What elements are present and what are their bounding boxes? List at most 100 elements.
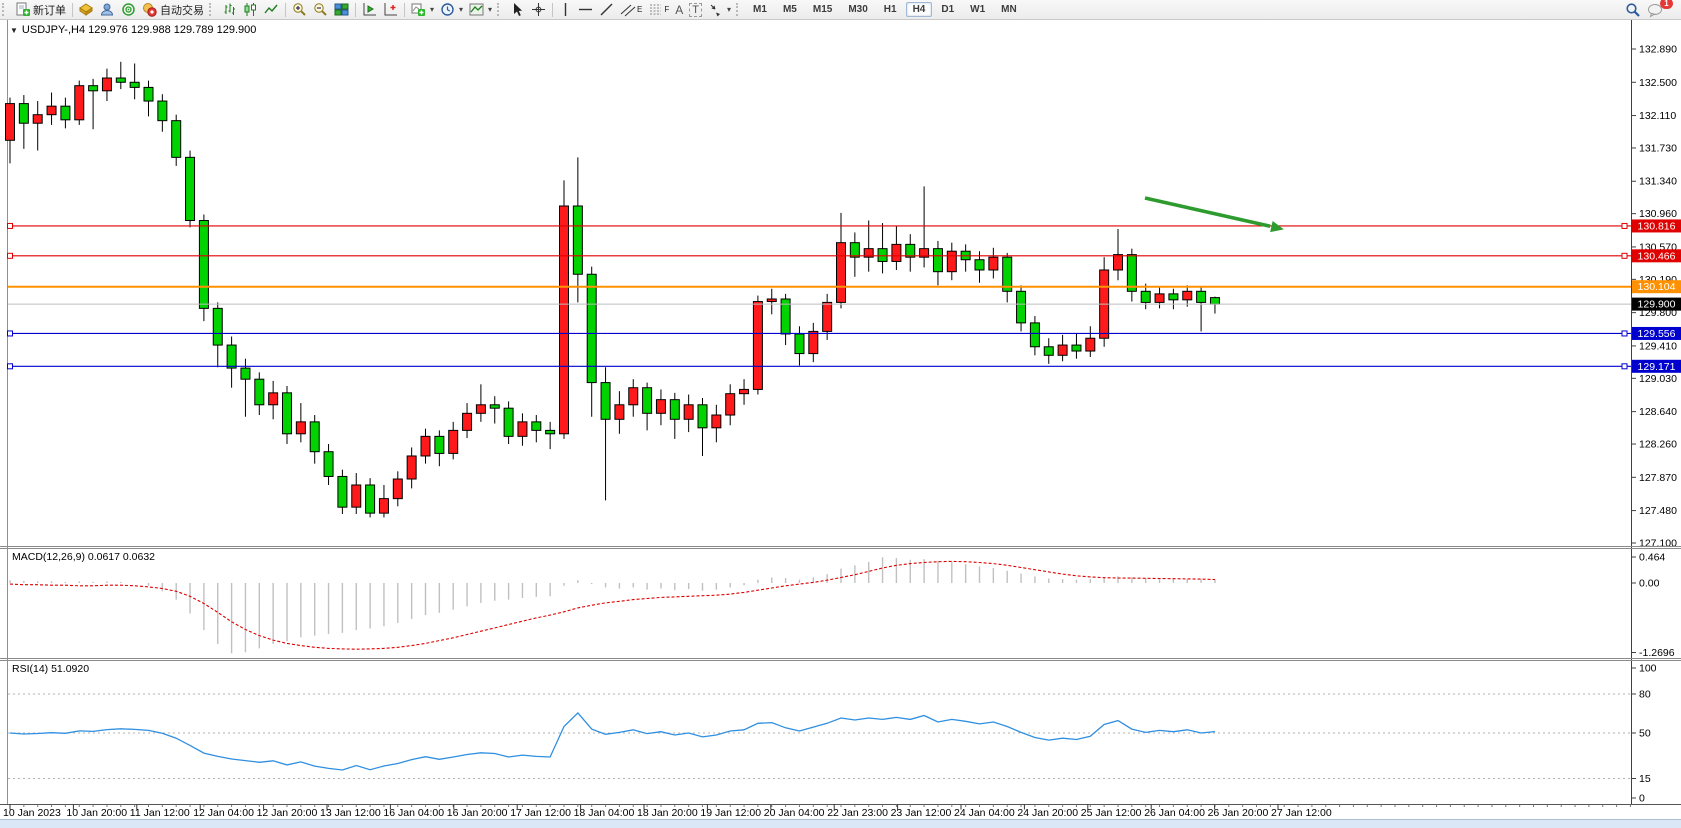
indicator-window-button[interactable] bbox=[359, 1, 380, 18]
equidistant-channel-tool[interactable]: E bbox=[617, 1, 645, 18]
candle bbox=[656, 400, 665, 414]
svg-text:130.104: 130.104 bbox=[1638, 281, 1676, 293]
svg-text:16 Jan 04:00: 16 Jan 04:00 bbox=[383, 807, 444, 819]
trendline-tool[interactable] bbox=[596, 1, 617, 18]
profile-button[interactable] bbox=[97, 1, 118, 18]
timeframe-D1[interactable]: D1 bbox=[934, 2, 961, 17]
cursor-icon bbox=[510, 2, 525, 17]
svg-text:26 Jan 20:00: 26 Jan 20:00 bbox=[1208, 807, 1269, 819]
candle bbox=[213, 308, 222, 345]
svg-text:22 Jan 23:00: 22 Jan 23:00 bbox=[827, 807, 888, 819]
text-tool-icon: A bbox=[675, 3, 683, 17]
candle bbox=[490, 405, 499, 408]
candle bbox=[573, 206, 582, 274]
svg-text:129.900: 129.900 bbox=[1638, 299, 1676, 311]
timeframe-M5[interactable]: M5 bbox=[776, 2, 804, 17]
vertical-line-tool[interactable] bbox=[556, 1, 575, 18]
notifications-button[interactable]: 1 bbox=[1644, 1, 1667, 18]
svg-text:132.500: 132.500 bbox=[1639, 77, 1677, 89]
zoom-in-icon bbox=[292, 2, 307, 17]
candle bbox=[338, 476, 347, 507]
fibonacci-tool[interactable]: F bbox=[645, 1, 672, 18]
candle bbox=[283, 393, 292, 434]
tile-windows-icon bbox=[334, 2, 349, 17]
text-tool[interactable]: A bbox=[672, 1, 686, 18]
templates-caret-icon[interactable]: ▾ bbox=[488, 5, 492, 14]
candle bbox=[809, 331, 818, 353]
toolbar-grip[interactable] bbox=[2, 3, 9, 16]
candle bbox=[61, 106, 70, 120]
timeframe-MN[interactable]: MN bbox=[994, 2, 1024, 17]
periods-button[interactable]: ▾ bbox=[437, 1, 466, 18]
candle bbox=[324, 452, 333, 477]
market-watch-button[interactable] bbox=[76, 1, 97, 18]
candle bbox=[33, 115, 42, 124]
new-order-icon bbox=[15, 2, 30, 17]
search-button[interactable] bbox=[1622, 1, 1644, 18]
candle bbox=[199, 220, 208, 308]
candle bbox=[1044, 347, 1053, 356]
candle bbox=[712, 415, 721, 428]
candle bbox=[837, 243, 846, 303]
text-label-tool[interactable]: T bbox=[686, 1, 705, 18]
candle bbox=[1086, 338, 1095, 351]
candle bbox=[310, 422, 319, 452]
chart-title-text: USDJPY-,H4 129.976 129.988 129.789 129.9… bbox=[22, 24, 256, 36]
candle bbox=[269, 393, 278, 405]
candle bbox=[1210, 298, 1219, 304]
status-strip bbox=[0, 820, 1681, 828]
candle bbox=[435, 436, 444, 453]
timeframe-M1[interactable]: M1 bbox=[746, 2, 774, 17]
periods-caret-icon[interactable]: ▾ bbox=[459, 5, 463, 14]
collapse-chart-icon[interactable]: ▼ bbox=[10, 26, 18, 35]
timeframe-H4[interactable]: H4 bbox=[906, 2, 933, 17]
gold-box-icon bbox=[79, 2, 94, 17]
candle bbox=[1169, 294, 1178, 300]
templates-button[interactable]: ▾ bbox=[466, 1, 495, 18]
bar-chart-icon bbox=[222, 2, 237, 17]
svg-text:12 Jan 04:00: 12 Jan 04:00 bbox=[193, 807, 254, 819]
notification-badge[interactable]: 1 bbox=[1660, 0, 1673, 9]
arrows-tool[interactable]: ▾ bbox=[705, 1, 734, 18]
crosshair-button[interactable] bbox=[528, 1, 549, 18]
new-order-button[interactable]: 新订单 bbox=[12, 1, 69, 18]
indicators-button[interactable]: ▾ bbox=[408, 1, 437, 18]
candle bbox=[615, 405, 624, 420]
bar-chart-type-button[interactable] bbox=[219, 1, 240, 18]
zoom-in-button[interactable] bbox=[289, 1, 310, 18]
tile-windows-button[interactable] bbox=[331, 1, 352, 18]
candle bbox=[75, 86, 84, 120]
autotrade-label: 自动交易 bbox=[160, 2, 204, 18]
horizontal-line-tool[interactable] bbox=[575, 1, 596, 18]
svg-text:132.110: 132.110 bbox=[1639, 110, 1676, 122]
timeframe-M15[interactable]: M15 bbox=[806, 2, 839, 17]
svg-text:12 Jan 20:00: 12 Jan 20:00 bbox=[257, 807, 318, 819]
arrows-caret-icon[interactable]: ▾ bbox=[727, 5, 731, 14]
timeframe-H1[interactable]: H1 bbox=[877, 2, 904, 17]
fibonacci-icon bbox=[648, 2, 664, 17]
svg-text:19 Jan 12:00: 19 Jan 12:00 bbox=[700, 807, 761, 819]
timeframe-M30[interactable]: M30 bbox=[841, 2, 874, 17]
candle bbox=[463, 413, 472, 430]
signal-button[interactable] bbox=[118, 1, 139, 18]
svg-text:24 Jan 20:00: 24 Jan 20:00 bbox=[1017, 807, 1078, 819]
svg-text:127.480: 127.480 bbox=[1639, 505, 1677, 517]
indicator-window-icon bbox=[362, 2, 377, 17]
cursor-button[interactable] bbox=[507, 1, 528, 18]
indicators-caret-icon[interactable]: ▾ bbox=[430, 5, 434, 14]
candle bbox=[823, 302, 832, 331]
indicator-window-add-button[interactable] bbox=[380, 1, 401, 18]
candle bbox=[560, 206, 569, 434]
autotrade-button[interactable]: 自动交易 bbox=[139, 1, 207, 18]
timeframe-W1[interactable]: W1 bbox=[963, 2, 992, 17]
candle bbox=[518, 422, 527, 437]
candle bbox=[227, 345, 236, 368]
candlestick-type-button[interactable] bbox=[240, 1, 261, 18]
zoom-out-button[interactable] bbox=[310, 1, 331, 18]
svg-text:129.030: 129.030 bbox=[1639, 373, 1677, 385]
line-chart-type-button[interactable] bbox=[261, 1, 282, 18]
chart-canvas[interactable]: 132.890132.500132.110131.730131.340130.9… bbox=[0, 0, 1681, 828]
candle bbox=[1141, 291, 1150, 302]
candle bbox=[1183, 291, 1192, 300]
svg-text:100: 100 bbox=[1639, 663, 1657, 675]
